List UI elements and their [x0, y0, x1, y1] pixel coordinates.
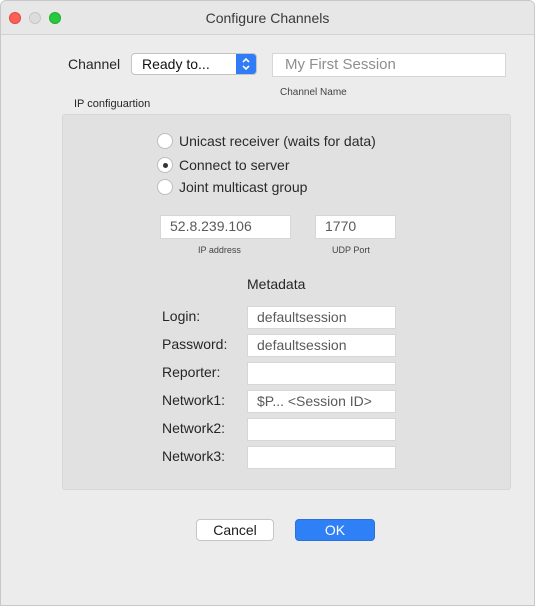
radio-button [157, 179, 173, 195]
ok-button[interactable]: OK [295, 519, 375, 541]
radio-unicast-label: Unicast receiver (waits for data) [179, 133, 376, 149]
password-label: Password: [162, 336, 228, 352]
reporter-field[interactable] [247, 362, 396, 385]
radio-connect-to-server[interactable]: Connect to server [157, 157, 290, 173]
network2-label: Network2: [162, 420, 226, 436]
ip-address-caption: IP address [198, 245, 241, 255]
configure-channels-window: Configure Channels Channel Ready to... M… [0, 0, 535, 606]
title-bar: Configure Channels [1, 1, 534, 35]
udp-port-caption: UDP Port [332, 245, 370, 255]
password-field[interactable]: defaultsession [247, 334, 396, 357]
login-field[interactable]: defaultsession [247, 306, 396, 329]
udp-port-field[interactable]: 1770 [315, 215, 396, 239]
radio-connect-label: Connect to server [179, 157, 290, 173]
radio-multicast-label: Joint multicast group [179, 179, 308, 195]
login-label: Login: [162, 308, 201, 324]
ip-configuration-label: IP configuartion [74, 98, 151, 110]
radio-unicast-receiver[interactable]: Unicast receiver (waits for data) [157, 133, 376, 149]
radio-joint-multicast[interactable]: Joint multicast group [157, 179, 307, 195]
network3-field[interactable] [247, 446, 396, 469]
channel-name-placeholder: My First Session [285, 56, 396, 73]
reporter-label: Reporter: [162, 364, 221, 380]
ip-address-field[interactable]: 52.8.239.106 [160, 215, 291, 239]
window-title: Configure Channels [205, 10, 330, 26]
radio-button-selected [157, 157, 173, 173]
channel-popup-value: Ready to... [142, 56, 210, 72]
network1-field[interactable]: $P... <Session ID> [247, 390, 396, 413]
channel-name-field[interactable]: My First Session [272, 53, 506, 77]
channel-label: Channel [68, 56, 121, 72]
radio-button [157, 133, 173, 149]
network1-label: Network1: [162, 392, 226, 408]
metadata-title: Metadata [247, 276, 306, 292]
popup-chevron-icon [236, 54, 256, 74]
cancel-button[interactable]: Cancel [196, 519, 274, 541]
network2-field[interactable] [247, 418, 396, 441]
channel-name-caption: Channel Name [280, 87, 347, 98]
channel-popup[interactable]: Ready to... [131, 53, 257, 75]
network3-label: Network3: [162, 448, 226, 464]
